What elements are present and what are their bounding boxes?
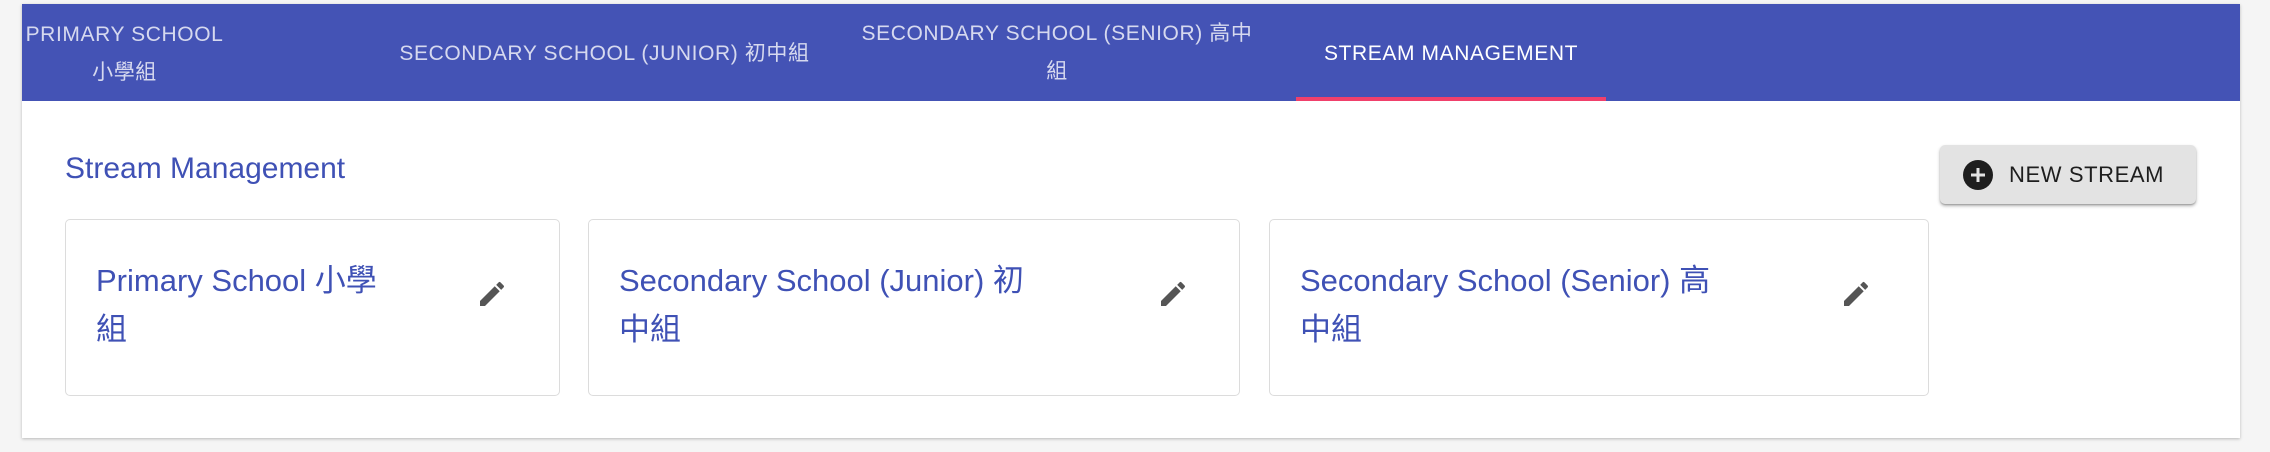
stream-title-line2: 組 <box>96 312 127 347</box>
pencil-icon <box>1844 281 1869 306</box>
tab-secondary-senior[interactable]: SECONDARY SCHOOL (SENIOR) 高中 組 <box>852 4 1262 101</box>
page-title: Stream Management <box>65 152 346 185</box>
tab-secondary-junior[interactable]: SECONDARY SCHOOL (JUNIOR) 初中組 <box>362 4 847 101</box>
stream-card-title: Secondary School (Junior) 初 中組 <box>619 256 1024 354</box>
stream-title-line2: 中組 <box>619 312 681 347</box>
stream-card-title: Primary School 小學 組 <box>96 256 377 354</box>
tab-label: PRIMARY SCHOOL 小學組 <box>25 22 224 84</box>
active-tab-indicator <box>1296 97 1606 101</box>
tab-label: SECONDARY SCHOOL (JUNIOR) 初中組 <box>399 41 810 65</box>
edit-stream-button[interactable] <box>1151 272 1195 316</box>
stream-title-line1: Primary School 小學 <box>96 263 377 298</box>
stream-card-title: Secondary School (Senior) 高 中組 <box>1300 256 1710 354</box>
stream-panel: PRIMARY SCHOOL 小學組 SECONDARY SCHOOL (JUN… <box>22 4 2240 438</box>
tab-label-line1: SECONDARY SCHOOL (SENIOR) 高中 <box>861 21 1253 45</box>
stream-card-secondary-junior: Secondary School (Junior) 初 中組 <box>588 219 1240 396</box>
edit-stream-button[interactable] <box>1834 272 1878 316</box>
tab-bar: PRIMARY SCHOOL 小學組 SECONDARY SCHOOL (JUN… <box>22 4 2240 101</box>
pencil-icon <box>480 281 505 306</box>
stream-card-primary: Primary School 小學 組 <box>65 219 560 396</box>
stream-card-secondary-senior: Secondary School (Senior) 高 中組 <box>1269 219 1929 396</box>
new-stream-button[interactable]: NEW STREAM <box>1940 145 2196 204</box>
pencil-icon <box>1161 281 1186 306</box>
new-stream-label: NEW STREAM <box>2009 161 2165 187</box>
edit-stream-button[interactable] <box>470 272 514 316</box>
tab-primary-school[interactable]: PRIMARY SCHOOL 小學組 <box>22 4 227 101</box>
tab-label-line2: 組 <box>1046 59 1068 83</box>
stream-title-line2: 中組 <box>1300 312 1362 347</box>
stream-title-line1: Secondary School (Senior) 高 <box>1300 263 1711 298</box>
add-circle-icon <box>1963 159 1993 190</box>
tab-label: STREAM MANAGEMENT <box>1323 41 1579 65</box>
stream-title-line1: Secondary School (Junior) 初 <box>619 263 1024 298</box>
tab-stream-management[interactable]: STREAM MANAGEMENT <box>1296 4 1606 101</box>
